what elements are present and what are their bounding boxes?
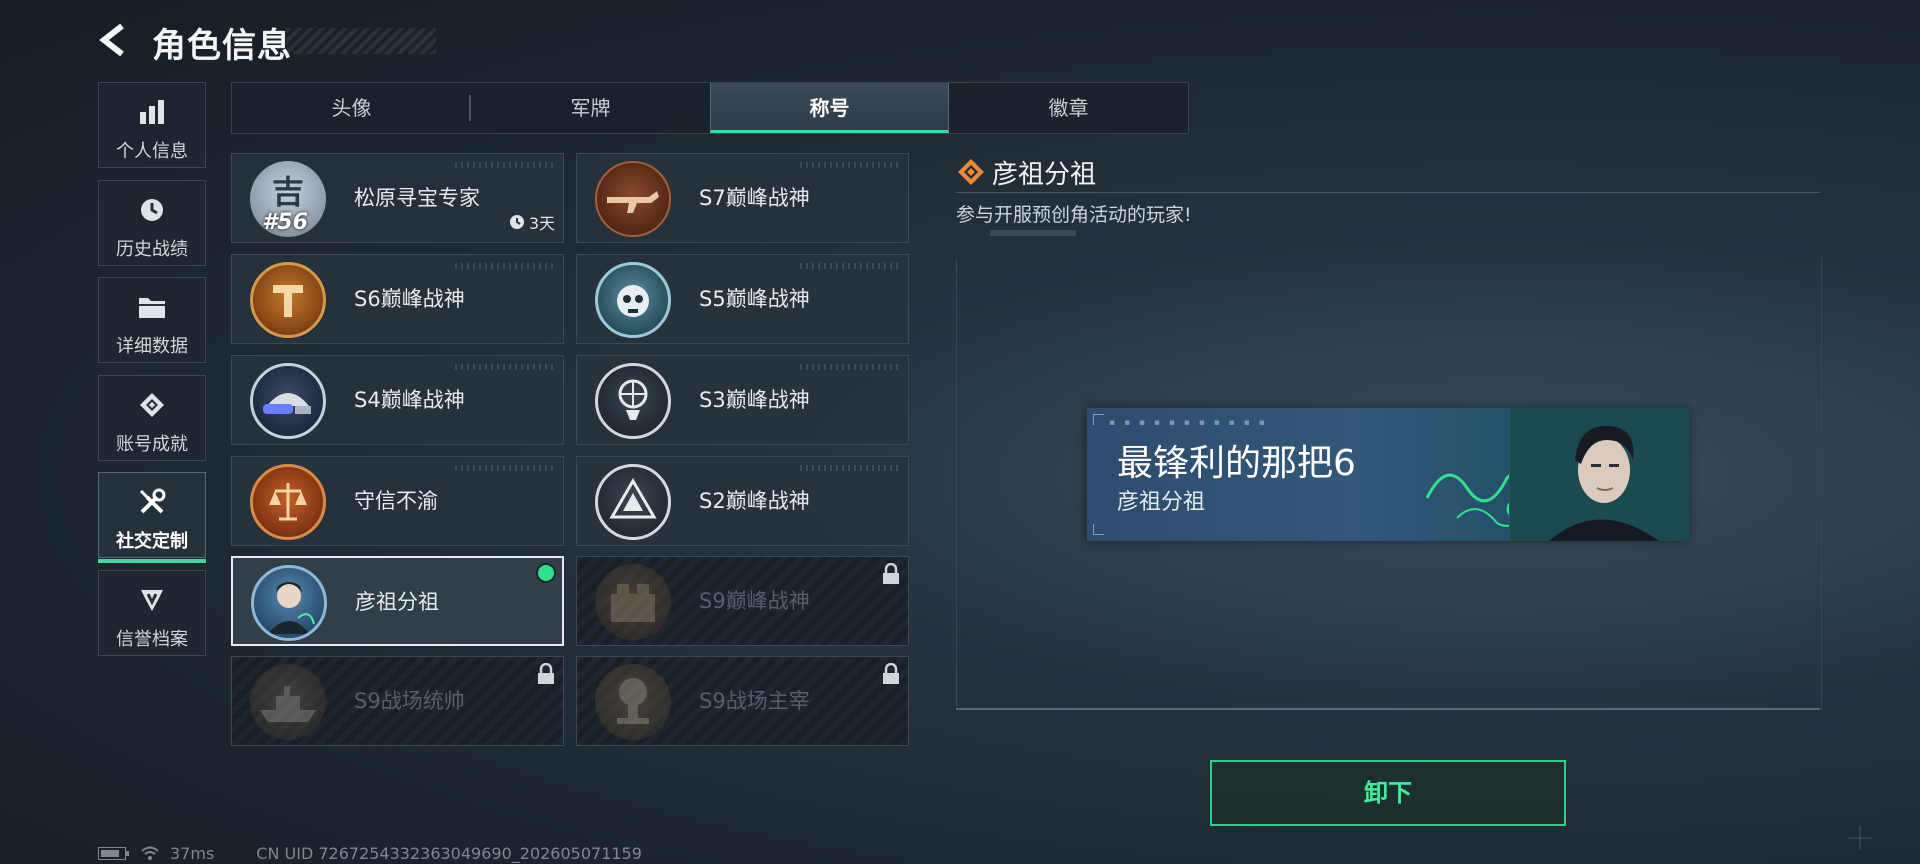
t-emblem-badge-icon <box>250 262 326 338</box>
title-name: S5巅峰战神 <box>699 287 810 311</box>
equipped-indicator <box>536 563 556 583</box>
wifi-icon <box>141 846 159 860</box>
card-decoration <box>800 465 900 471</box>
history-clock-icon <box>141 199 163 221</box>
tab-title[interactable]: 称号 <box>710 83 949 133</box>
folder-icon <box>139 298 165 318</box>
title-name: S6巅峰战神 <box>354 287 465 311</box>
card-decoration <box>455 465 555 471</box>
banner-title: 最锋利的那把6 <box>1117 443 1356 484</box>
description-decoration <box>990 230 1076 236</box>
title-banner-preview: ▪ ▪ ▪ ▪ ▪ ▪ ▪ ▪ ▪ ▪ ▪ 最锋利的那把6 彦祖分祖 <box>1087 408 1689 541</box>
battery-icon <box>98 846 129 860</box>
title-card[interactable]: S5巅峰战神 <box>576 254 909 344</box>
title-card[interactable]: S4巅峰战神 <box>231 355 564 445</box>
achievement-icon <box>140 393 164 417</box>
title-name: S4巅峰战神 <box>354 388 465 412</box>
title-name: S3巅峰战神 <box>699 388 810 412</box>
tools-icon <box>139 488 166 514</box>
card-decoration <box>800 162 900 168</box>
title-name: S9巅峰战神 <box>699 589 810 613</box>
shield-emblem-icon <box>141 590 163 611</box>
bar-chart-icon <box>140 100 164 124</box>
rank-number: #56 <box>262 210 308 235</box>
title-name: 守信不渝 <box>354 489 438 513</box>
title-card[interactable]: 守信不渝 <box>231 456 564 546</box>
user-uid: CN UID 7267254332363049690_202605071159 <box>256 843 642 863</box>
crosshair-decoration-icon <box>1848 826 1872 850</box>
warship-badge-icon <box>250 664 326 740</box>
sidebar-item-label: 历史战绩 <box>116 239 188 260</box>
scales-badge-icon <box>250 464 326 540</box>
sidebar-item-label: 个人信息 <box>116 141 188 162</box>
diamond-title-icon <box>958 159 984 185</box>
badge-glyph: 吉 <box>271 173 304 211</box>
fortress-badge-icon <box>595 564 671 640</box>
globe-cup-badge-icon <box>595 363 671 439</box>
status-bar: 37ms CN UID 7267254332363049690_20260507… <box>98 842 642 864</box>
title-card-locked[interactable]: S9战场统帅 <box>231 656 564 746</box>
portrait-badge-icon <box>251 565 327 641</box>
character-portrait <box>1509 408 1689 541</box>
night-vision-helmet-badge-icon <box>250 363 326 439</box>
page-title: 角色信息 <box>152 26 292 66</box>
lock-icon <box>538 663 554 684</box>
treasure-expert-badge-icon: 吉 #56 <box>250 161 326 237</box>
tab-dog-tag[interactable]: 军牌 <box>471 83 710 133</box>
sidebar-item-label: 信誉档案 <box>116 629 188 650</box>
banner-subtitle: 彦祖分祖 <box>1117 490 1206 515</box>
title-name: 彦祖分祖 <box>355 590 439 614</box>
title-card[interactable]: S7巅峰战神 <box>576 153 909 243</box>
title-decoration <box>286 28 436 54</box>
title-card[interactable]: S2巅峰战神 <box>576 456 909 546</box>
lock-icon <box>883 663 899 684</box>
detail-divider <box>956 192 1820 193</box>
title-name: S7巅峰战神 <box>699 186 810 210</box>
title-name: S9战场统帅 <box>354 689 465 713</box>
banner-corner <box>1093 414 1104 425</box>
sidebar-item-achievements[interactable]: 账号成就 <box>98 375 206 461</box>
selected-title-description: 参与开服预创角活动的玩家! <box>956 204 1192 226</box>
category-tabs: 头像 军牌 称号 徽章 <box>231 82 1189 134</box>
title-card[interactable]: 吉 #56 松原寻宝专家 3天 <box>231 153 564 243</box>
sidebar-item-label: 详细数据 <box>116 336 188 357</box>
selected-title-name: 彦祖分祖 <box>992 160 1097 190</box>
card-decoration <box>800 263 900 269</box>
title-name: 松原寻宝专家 <box>354 186 480 210</box>
card-decoration <box>455 263 555 269</box>
sidebar-item-label: 账号成就 <box>116 434 188 455</box>
card-decoration <box>800 364 900 370</box>
lock-icon <box>883 563 899 584</box>
tab-medal[interactable]: 徽章 <box>949 83 1188 133</box>
sidebar-item-reputation[interactable]: 信誉档案 <box>98 570 206 656</box>
sidebar-item-social-custom[interactable]: 社交定制 <box>98 472 206 563</box>
diver-skull-badge-icon <box>595 262 671 338</box>
sidebar-item-label: 社交定制 <box>116 531 188 552</box>
title-card[interactable]: S3巅峰战神 <box>576 355 909 445</box>
expiry-timer: 3天 <box>509 210 555 234</box>
network-ping: 37ms <box>170 843 215 863</box>
card-decoration <box>455 364 555 370</box>
back-arrow-icon[interactable] <box>96 22 132 58</box>
title-card-selected[interactable]: 彦祖分祖 <box>231 556 564 646</box>
unequip-button[interactable]: 卸下 <box>1210 760 1566 826</box>
preview-frame-bottom <box>956 708 1820 710</box>
title-name: S9战场主宰 <box>699 689 810 713</box>
rifle-badge-icon <box>595 161 671 237</box>
clock-icon <box>509 215 524 229</box>
banner-corner <box>1093 524 1104 535</box>
title-card-locked[interactable]: S9巅峰战神 <box>576 556 909 646</box>
triangle-emblem-badge-icon <box>595 464 671 540</box>
sidebar-item-personal-info[interactable]: 个人信息 <box>98 82 206 168</box>
timer-text: 3天 <box>528 214 555 233</box>
title-card[interactable]: S6巅峰战神 <box>231 254 564 344</box>
title-card-locked[interactable]: S9战场主宰 <box>576 656 909 746</box>
sidebar-item-detailed-data[interactable]: 详细数据 <box>98 277 206 363</box>
header: 角色信息 <box>96 16 456 66</box>
mushroom-cloud-badge-icon <box>595 664 671 740</box>
tab-avatar[interactable]: 头像 <box>232 83 471 133</box>
title-name: S2巅峰战神 <box>699 489 810 513</box>
banner-code-decoration: ▪ ▪ ▪ ▪ ▪ ▪ ▪ ▪ ▪ ▪ ▪ <box>1109 418 1268 428</box>
sidebar-item-history[interactable]: 历史战绩 <box>98 180 206 266</box>
